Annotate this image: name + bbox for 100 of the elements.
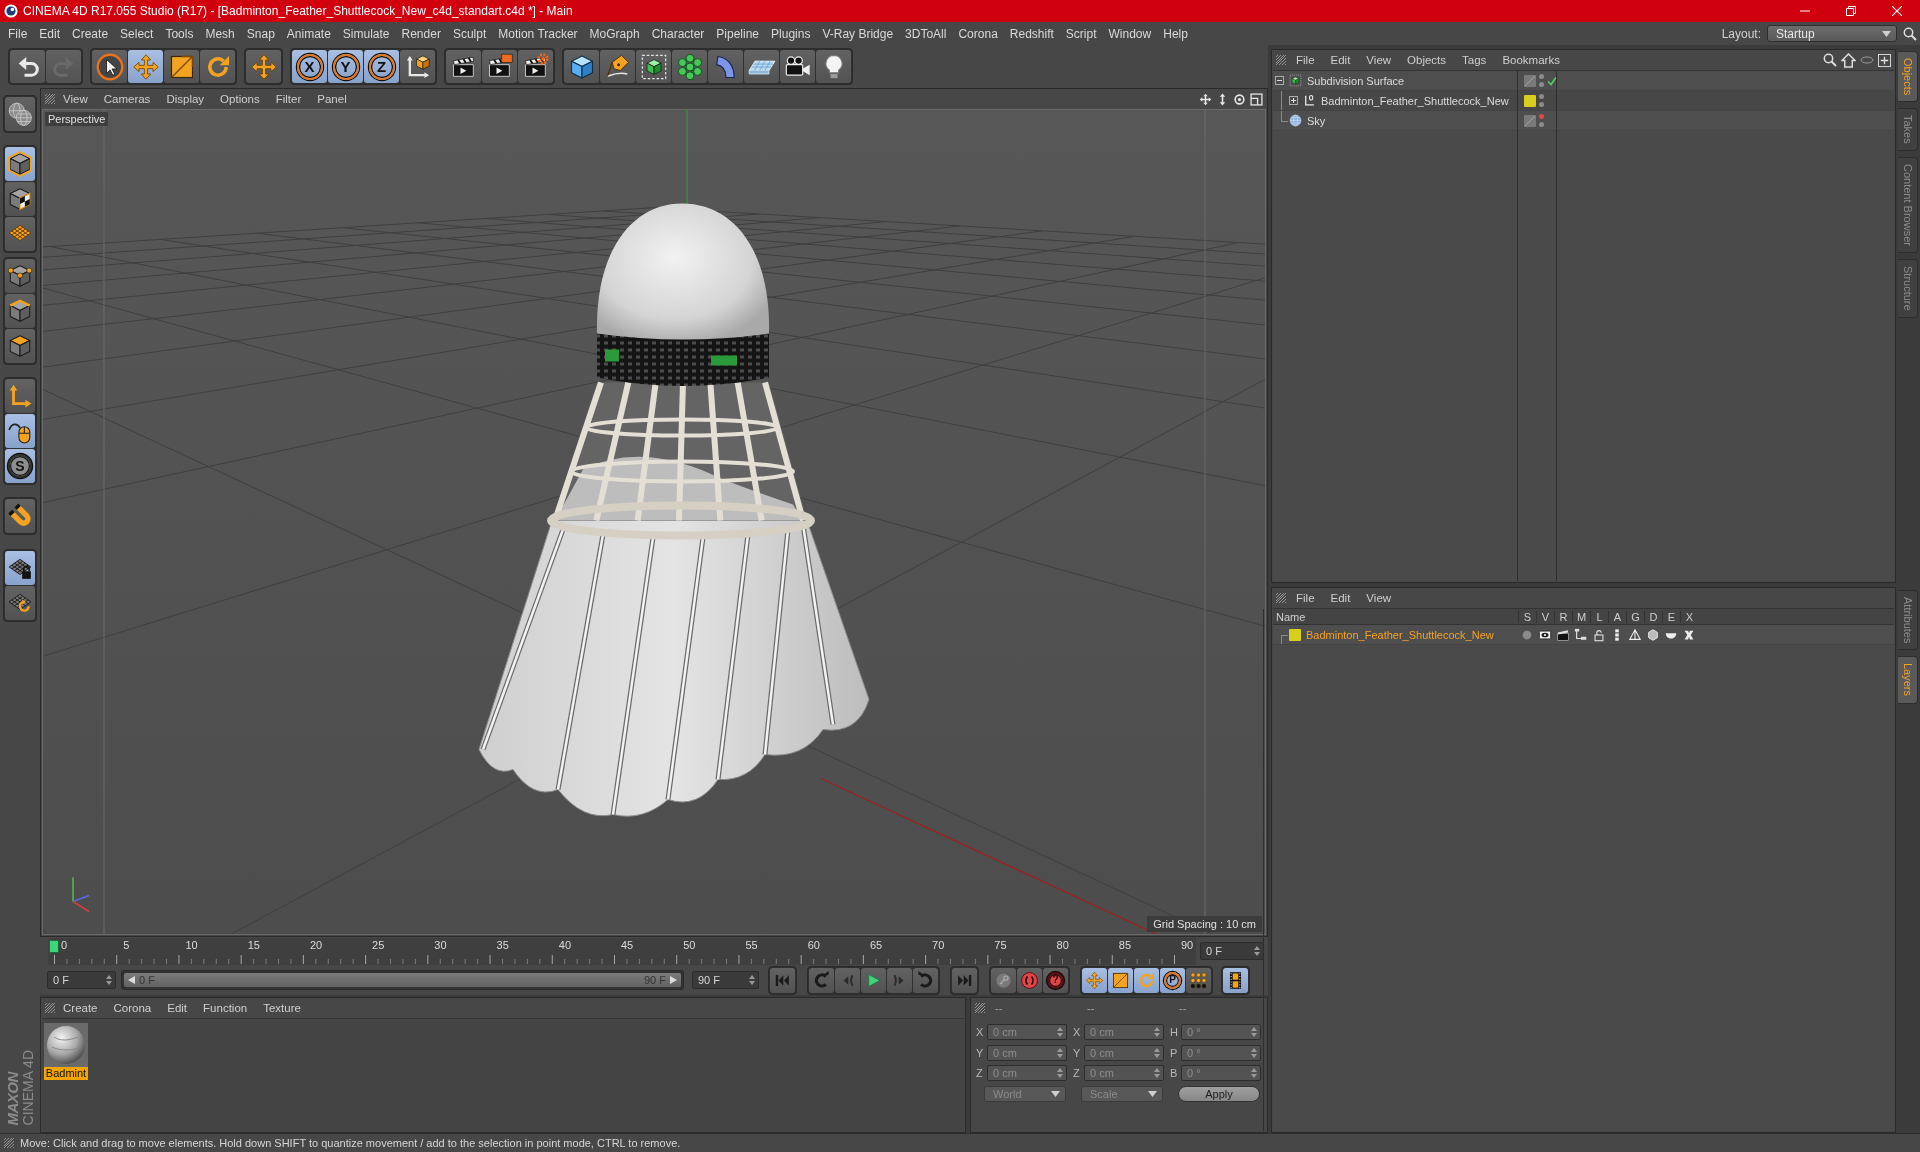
- menu-item[interactable]: Edit: [33, 26, 67, 41]
- autokeying-button[interactable]: [1017, 967, 1042, 993]
- plus-square-icon[interactable]: [1878, 53, 1891, 67]
- material-menu-item[interactable]: Corona: [105, 1002, 160, 1014]
- play-button[interactable]: [861, 967, 886, 993]
- viewport-menu-item[interactable]: Panel: [309, 93, 355, 105]
- collapse-icon[interactable]: [1275, 76, 1284, 85]
- editor-visibility-dot-icon[interactable]: [1539, 74, 1544, 79]
- axis-mode-button[interactable]: [5, 379, 35, 413]
- hexagon-icon[interactable]: [1646, 627, 1660, 642]
- side-tab[interactable]: Takes: [1898, 108, 1918, 152]
- menu-item[interactable]: Snap: [240, 26, 281, 41]
- menu-item[interactable]: File: [2, 26, 34, 41]
- rotate-tool-button[interactable]: [200, 50, 235, 83]
- menu-item[interactable]: 3DToAll: [899, 26, 953, 41]
- viewport-menu-item[interactable]: Cameras: [95, 93, 159, 105]
- menu-item[interactable]: Create: [66, 26, 115, 41]
- orbit-icon[interactable]: [1233, 92, 1246, 106]
- object-name[interactable]: Badminton_Feather_Shuttlecock_New: [1321, 94, 1509, 107]
- pyramid-icon[interactable]: [1628, 627, 1642, 642]
- model-mode-button[interactable]: [5, 147, 35, 181]
- check-icon[interactable]: [1547, 75, 1557, 86]
- hierarchy-icon[interactable]: [1574, 627, 1588, 642]
- menu-item[interactable]: Plugins: [765, 26, 817, 41]
- parameter-keys-button[interactable]: P: [1160, 967, 1185, 993]
- menu-item[interactable]: Redshift: [1003, 26, 1060, 41]
- object-name[interactable]: Subdivision Surface: [1307, 74, 1405, 87]
- record-keys-button[interactable]: [991, 967, 1016, 993]
- viewport-menu-item[interactable]: View: [55, 93, 96, 105]
- next-key-button[interactable]: [913, 967, 938, 993]
- points-mode-button[interactable]: [5, 259, 35, 293]
- material-name[interactable]: Badmint: [44, 1067, 88, 1080]
- editor-visibility-dot-icon[interactable]: [1539, 114, 1544, 119]
- undo-button[interactable]: [10, 50, 45, 83]
- menu-item[interactable]: Script: [1059, 26, 1103, 41]
- bend-deformer-button[interactable]: [708, 50, 743, 83]
- menu-item[interactable]: Tools: [159, 26, 200, 41]
- render-to-picture-viewer-button[interactable]: [482, 50, 517, 83]
- expand-icon[interactable]: [1289, 96, 1298, 105]
- live-selection-button[interactable]: [92, 50, 127, 83]
- camera-button[interactable]: [780, 50, 815, 83]
- side-tab[interactable]: Layers: [1898, 656, 1918, 704]
- menu-item[interactable]: Sculpt: [446, 26, 493, 41]
- search-icon[interactable]: [1903, 26, 1917, 41]
- menu-item[interactable]: Pipeline: [710, 26, 766, 41]
- objects-menu-item[interactable]: Bookmarks: [1494, 54, 1568, 66]
- start-frame-field[interactable]: 0 F: [47, 971, 116, 989]
- maximize-view-icon[interactable]: [1250, 92, 1263, 106]
- layer-name[interactable]: Badminton_Feather_Shuttlecock_New: [1306, 628, 1494, 641]
- eye-icon[interactable]: [1538, 627, 1552, 642]
- side-tab[interactable]: Objects: [1898, 51, 1918, 103]
- search-icon[interactable]: [1823, 53, 1837, 67]
- unlocked-icon[interactable]: [1592, 627, 1606, 642]
- layout-dropdown[interactable]: Startup: [1767, 25, 1897, 42]
- cube-button[interactable]: [564, 50, 599, 83]
- menu-item[interactable]: V-Ray Bridge: [816, 26, 900, 41]
- align-workplane-button[interactable]: [5, 586, 35, 620]
- axis-lock-button[interactable]: Z: [364, 50, 399, 83]
- solo-button[interactable]: S: [5, 449, 35, 483]
- tweak-mode-button[interactable]: [5, 414, 35, 448]
- material-menu-item[interactable]: Edit: [159, 1002, 196, 1014]
- viewport-menu-item[interactable]: Filter: [267, 93, 310, 105]
- floor-button[interactable]: [744, 50, 779, 83]
- polygons-mode-button[interactable]: [5, 329, 35, 363]
- material-menu-item[interactable]: Function: [195, 1002, 256, 1014]
- editor-visibility-dot-icon[interactable]: [1539, 94, 1544, 99]
- menu-item[interactable]: Select: [114, 26, 160, 41]
- objects-menu-item[interactable]: View: [1358, 54, 1400, 66]
- point-level-keys-button[interactable]: [1186, 967, 1211, 993]
- menu-item[interactable]: Window: [1102, 26, 1158, 41]
- render-view-button[interactable]: [446, 50, 481, 83]
- viewport-menu-item[interactable]: Options: [212, 93, 268, 105]
- material-menu-item[interactable]: Create: [55, 1002, 106, 1014]
- menu-item[interactable]: Render: [395, 26, 447, 41]
- objects-menu-item[interactable]: Tags: [1454, 54, 1495, 66]
- side-tab[interactable]: Attributes: [1898, 590, 1918, 651]
- lock-workplane-button[interactable]: [5, 551, 35, 585]
- render-visibility-dot-icon[interactable]: [1539, 122, 1544, 127]
- objects-menu-item[interactable]: File: [1288, 54, 1323, 66]
- clapperboard-icon[interactable]: [1556, 627, 1570, 642]
- home-icon[interactable]: [1841, 52, 1856, 68]
- texture-mode-button[interactable]: [5, 182, 35, 216]
- end-frame-field[interactable]: 90 F: [692, 971, 759, 989]
- pan-arrows-icon[interactable]: [1199, 92, 1212, 106]
- layers-menu-item[interactable]: File: [1288, 592, 1323, 604]
- menu-item[interactable]: MoGraph: [583, 26, 646, 41]
- menu-item[interactable]: Mesh: [199, 26, 241, 41]
- render-settings-button[interactable]: [518, 50, 553, 83]
- axis-lock-button[interactable]: X: [292, 50, 327, 83]
- playhead[interactable]: [49, 939, 59, 953]
- scale-keys-button[interactable]: [1108, 967, 1133, 993]
- pen-button[interactable]: [600, 50, 635, 83]
- viewport-menu-item[interactable]: Display: [158, 93, 213, 105]
- rotation-keys-button[interactable]: [1134, 967, 1159, 993]
- side-tab[interactable]: Content Browser: [1898, 157, 1918, 253]
- menu-item[interactable]: Character: [645, 26, 711, 41]
- menu-item[interactable]: Motion Tracker: [492, 26, 584, 41]
- workplane-mode-button[interactable]: [5, 217, 35, 251]
- menu-item[interactable]: Help: [1157, 26, 1194, 41]
- layers-menu-item[interactable]: View: [1358, 592, 1400, 604]
